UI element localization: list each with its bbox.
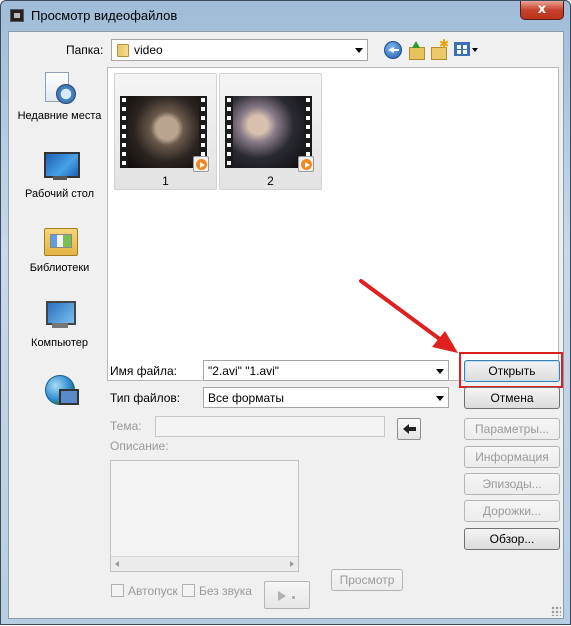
dialog-window: Просмотр видеофайлов x Папка: video Неда… — [0, 0, 571, 625]
annotation-arrow — [359, 279, 458, 353]
